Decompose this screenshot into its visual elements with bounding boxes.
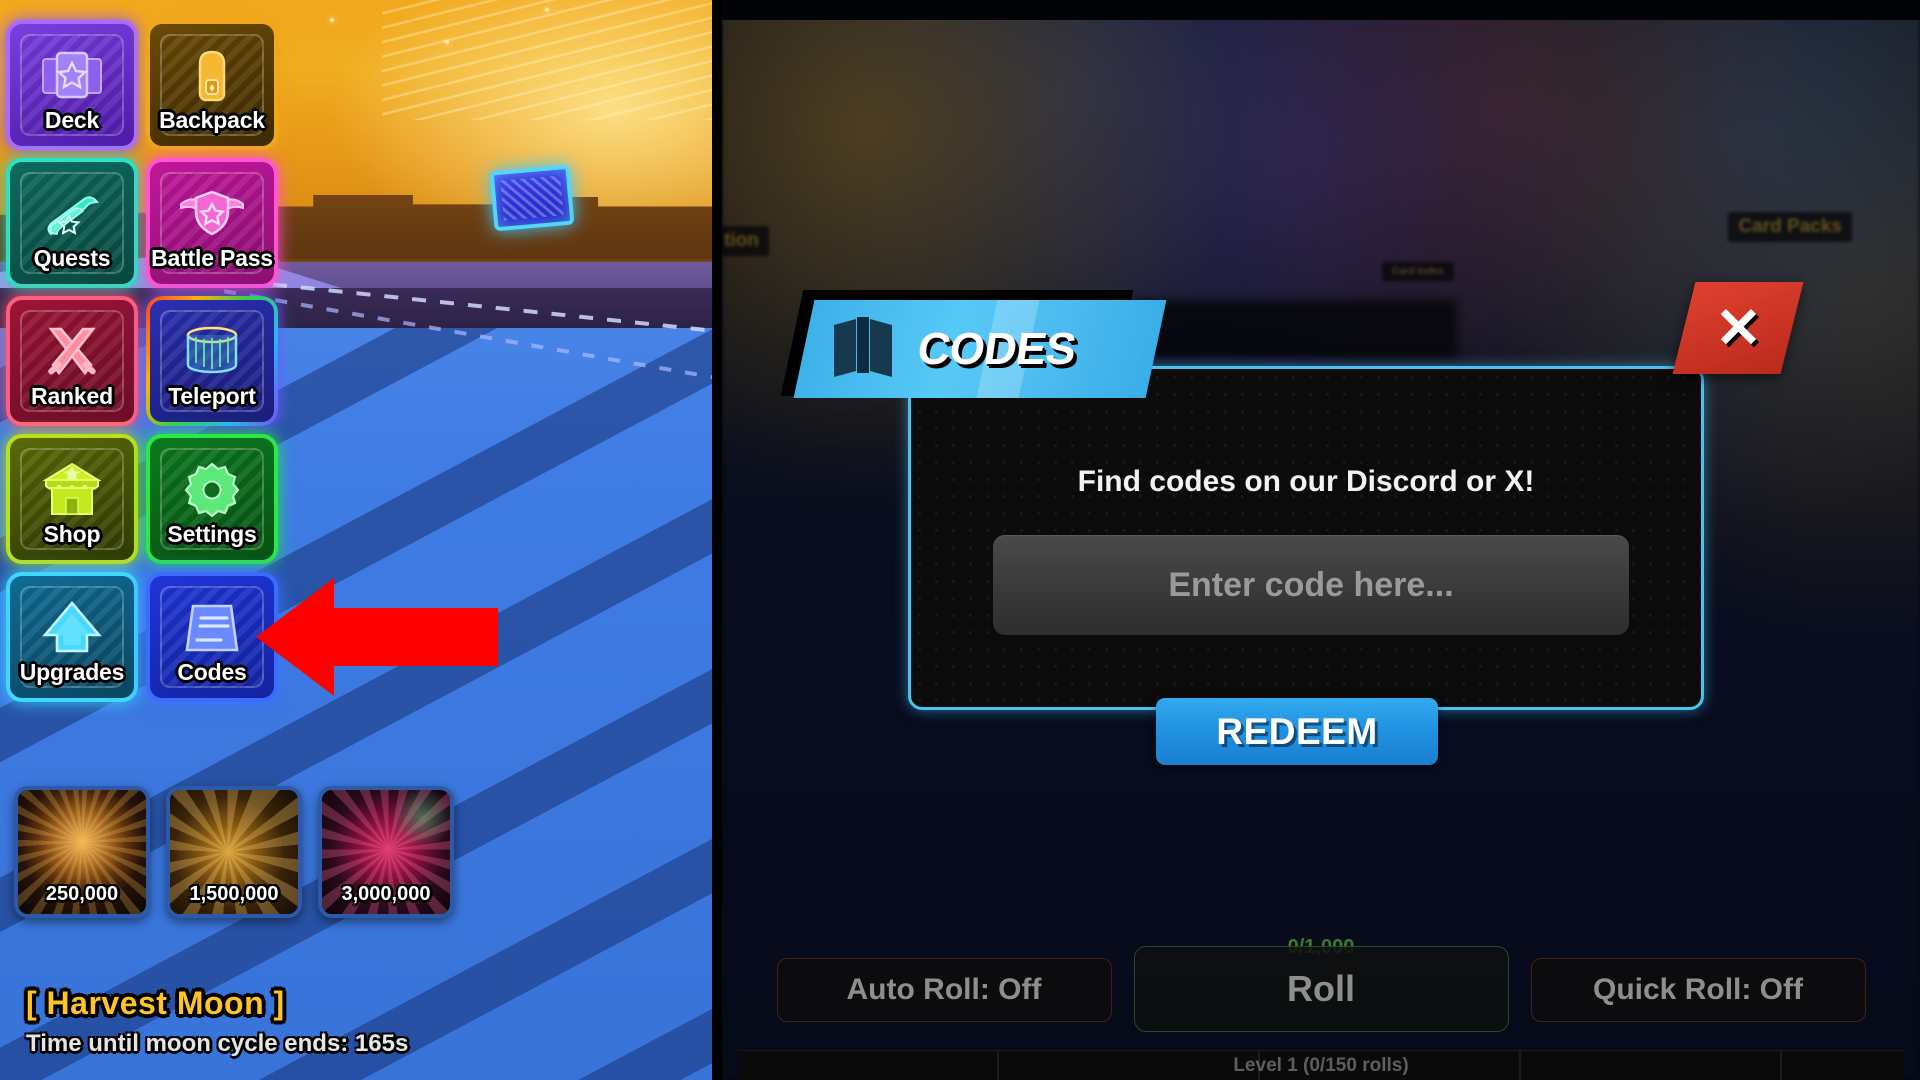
codes-modal-body: Find codes on our Discord or X! Enter co… xyxy=(908,366,1704,710)
portal-icon xyxy=(150,316,274,388)
menu-label: Settings xyxy=(167,521,257,547)
roll-button[interactable]: Roll xyxy=(1133,946,1509,1032)
card-slot[interactable]: 250,000 xyxy=(14,786,150,918)
menu-button-teleport[interactable]: Teleport xyxy=(146,296,278,426)
card-value: 3,000,000 xyxy=(341,883,431,905)
neon-crate-object xyxy=(489,164,575,232)
menu-button-shop[interactable]: Shop xyxy=(6,434,138,564)
menu-label: Battle Pass xyxy=(151,245,273,271)
level-progress-text: Level 1 (0/150 rolls) xyxy=(1233,1054,1409,1076)
menu-button-ranked[interactable]: Ranked xyxy=(6,296,138,426)
panel-divider xyxy=(712,0,722,1080)
card-deck-icon xyxy=(10,40,134,112)
shop-house-icon xyxy=(10,454,134,526)
menu-button-backpack[interactable]: Backpack xyxy=(146,20,278,150)
close-x-glyph: ✕ xyxy=(1714,296,1762,359)
winged-shield-icon xyxy=(150,178,274,250)
card-value: 1,500,000 xyxy=(189,883,279,905)
card-slot[interactable]: 3,000,000 xyxy=(318,786,454,918)
sky-sparkle xyxy=(545,8,549,12)
moon-event-timer: Time until moon cycle ends: 165s xyxy=(26,1030,409,1057)
level-progress-bar: Level 1 (0/150 rolls) xyxy=(738,1050,1904,1080)
open-book-icon xyxy=(826,311,900,388)
codes-modal: Find codes on our Discord or X! Enter co… xyxy=(780,282,1804,765)
menu-button-settings[interactable]: Settings xyxy=(146,434,278,564)
roll-bottom-bar: 0/1,000 Auto Roll: Off Roll Quick Roll: … xyxy=(722,930,1920,1080)
sky-sparkle xyxy=(330,18,334,22)
auto-roll-label: Auto Roll: Off xyxy=(846,973,1042,1006)
up-arrow-icon xyxy=(10,592,134,664)
red-left-arrow-annotation xyxy=(256,578,498,696)
quick-roll-button[interactable]: Quick Roll: Off xyxy=(1530,958,1866,1022)
codes-header-content: CODES xyxy=(804,300,1164,398)
code-input-placeholder: Enter code here... xyxy=(1168,565,1454,604)
moon-event-info: [ Harvest Moon ] Time until moon cycle e… xyxy=(26,985,408,1058)
card-value: 250,000 xyxy=(45,883,119,905)
close-icon[interactable]: ✕ xyxy=(1672,282,1804,374)
code-input-field[interactable]: Enter code here... xyxy=(993,535,1629,635)
codes-hint-text: Find codes on our Discord or X! xyxy=(1077,465,1535,498)
crossed-swords-icon xyxy=(10,316,134,388)
menu-button-deck[interactable]: Deck xyxy=(6,20,138,150)
sky-light-streaks xyxy=(382,0,712,120)
menu-label: Quests xyxy=(33,245,111,271)
menu-button-upgrades[interactable]: Upgrades xyxy=(6,572,138,702)
menu-label: Teleport xyxy=(168,383,256,409)
menu-label: Backpack xyxy=(159,107,265,133)
redeem-button-label: REDEEM xyxy=(1216,710,1378,752)
menu-button-battle-pass[interactable]: Battle Pass xyxy=(146,158,278,288)
sky-sparkle xyxy=(445,40,449,44)
card-collection-row: 250,000 1,500,000 3,000,000 xyxy=(14,786,454,918)
redeem-button[interactable]: REDEEM xyxy=(1156,698,1438,765)
roll-button-row: Auto Roll: Off Roll Quick Roll: Off xyxy=(722,946,1920,1032)
menu-label: Deck xyxy=(44,107,100,133)
scroll-icon xyxy=(10,178,134,250)
menu-label: Upgrades xyxy=(19,659,125,685)
codes-menu-panel: Card Packs tion Card Index Find codes on… xyxy=(722,0,1920,1080)
card-slot[interactable]: 1,500,000 xyxy=(166,786,302,918)
moon-event-title: [ Harvest Moon ] xyxy=(26,985,285,1021)
auto-roll-button[interactable]: Auto Roll: Off xyxy=(776,958,1112,1022)
roll-label: Roll xyxy=(1287,968,1355,1009)
backpack-icon xyxy=(150,40,274,112)
menu-button-quests[interactable]: Quests xyxy=(6,158,138,288)
quick-roll-label: Quick Roll: Off xyxy=(1593,973,1803,1006)
menu-label: Codes xyxy=(177,659,247,685)
screenshot-root: Deck Backpack Quests Battle Pass Ranked … xyxy=(0,0,1920,1080)
side-menu-grid: Deck Backpack Quests Battle Pass Ranked … xyxy=(6,20,278,702)
codes-modal-title: CODES xyxy=(914,323,1080,374)
game-world-panel: Deck Backpack Quests Battle Pass Ranked … xyxy=(0,0,712,1080)
menu-label: Ranked xyxy=(31,383,113,409)
gear-icon xyxy=(150,454,274,526)
menu-label: Shop xyxy=(43,521,101,547)
